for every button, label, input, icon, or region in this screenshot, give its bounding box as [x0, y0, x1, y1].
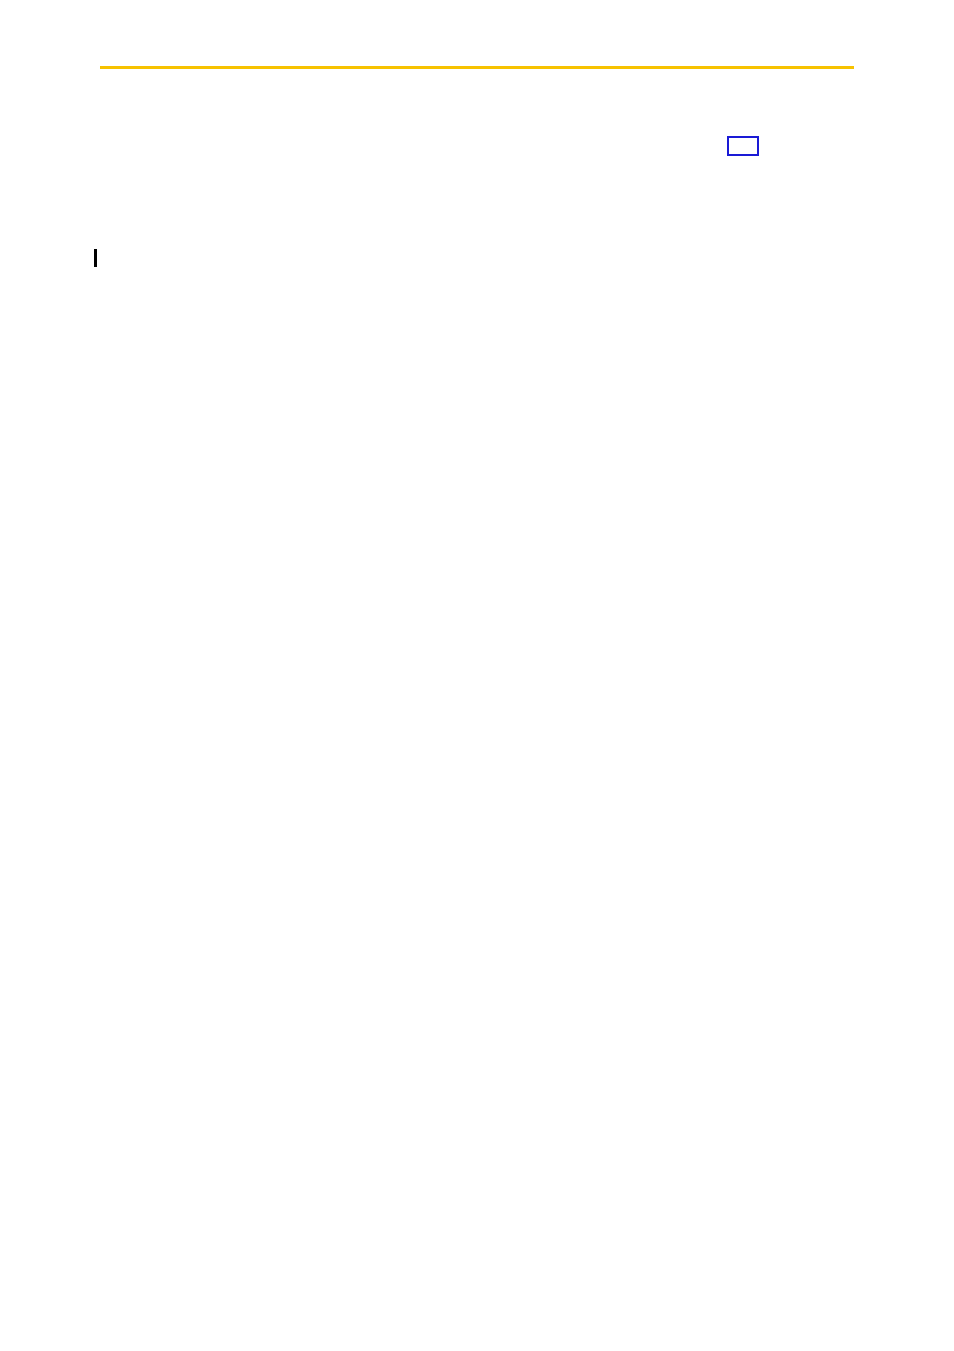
revision-bar	[94, 249, 97, 267]
revision-callout	[727, 136, 759, 156]
divider-yellow	[100, 66, 854, 69]
